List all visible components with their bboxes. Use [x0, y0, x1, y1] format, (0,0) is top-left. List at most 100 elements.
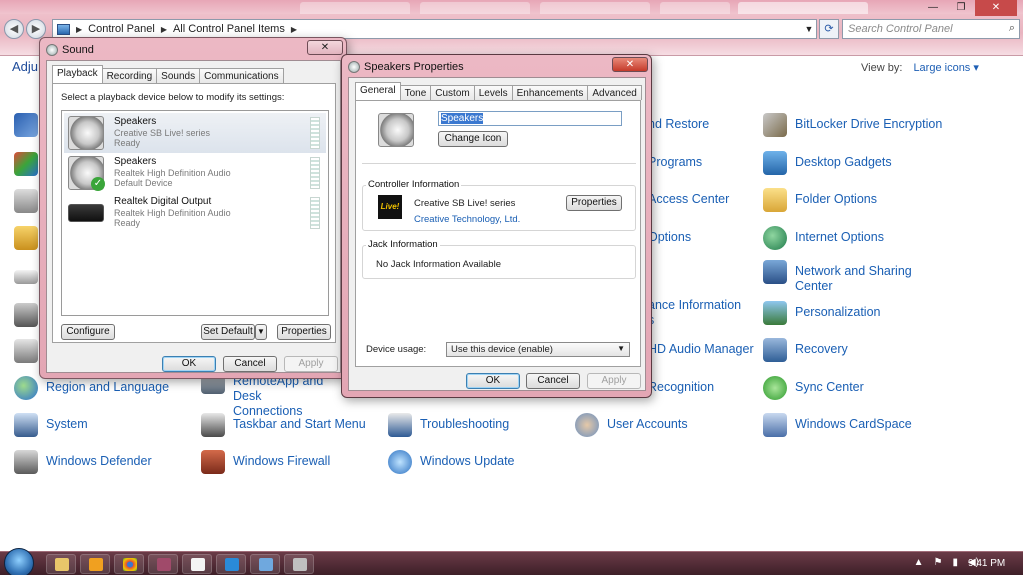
cp-item-user-accounts[interactable]: User Accounts	[575, 413, 688, 437]
tab-levels[interactable]: Levels	[473, 85, 513, 100]
taskbar-explorer[interactable]	[46, 554, 76, 574]
address-bar[interactable]: ▶ Control Panel ▶ All Control Panel Item…	[52, 19, 817, 39]
chevron-right-icon[interactable]: ▶	[161, 25, 167, 34]
list-item[interactable]: Realtek Digital Output Realtek High Defi…	[64, 193, 326, 233]
close-icon[interactable]: ✕	[975, 0, 1017, 16]
taskbar-app[interactable]	[182, 554, 212, 574]
tab-playback[interactable]: Playback	[52, 65, 103, 83]
cp-item-taskbar-start-menu[interactable]: Taskbar and Start Menu	[201, 413, 366, 437]
refresh-button[interactable]: ⟳	[819, 19, 839, 39]
flag-icon[interactable]: ⚑	[933, 557, 942, 568]
back-button[interactable]: ◀	[4, 19, 24, 39]
start-button[interactable]	[4, 548, 34, 575]
background-tab[interactable]	[300, 2, 410, 14]
view-by-control[interactable]: View by: Large icons ▾	[861, 61, 979, 74]
tab-sounds[interactable]: Sounds	[156, 68, 201, 83]
notification-icon[interactable]	[14, 303, 38, 327]
apply-button[interactable]: Apply	[284, 356, 338, 372]
cardspace-icon	[763, 413, 787, 437]
restore-icon[interactable]: ❐	[947, 0, 975, 16]
close-button[interactable]: ✕	[307, 40, 343, 55]
device-desc: Realtek High Definition Audio	[114, 168, 231, 178]
tab-custom[interactable]: Custom	[430, 85, 475, 100]
list-item[interactable]: ✓ Speakers Realtek High Definition Audio…	[64, 153, 326, 193]
cp-item-sync-center[interactable]: Sync Center	[763, 376, 864, 400]
printer-icon[interactable]	[14, 339, 38, 363]
cp-item-windows-firewall[interactable]: Windows Firewall	[201, 450, 330, 474]
cp-item-cardspace[interactable]: Windows CardSpace	[763, 413, 912, 437]
cancel-button[interactable]: Cancel	[223, 356, 277, 372]
list-item[interactable]: Speakers Creative SB Live! series Ready	[64, 113, 326, 153]
device-manager-icon[interactable]	[14, 189, 38, 213]
chevron-down-icon[interactable]: ▼	[802, 24, 816, 34]
taskbar-app[interactable]	[148, 554, 178, 574]
taskbar-internet-explorer[interactable]	[216, 554, 246, 574]
cp-item-region-language[interactable]: Region and Language	[14, 376, 169, 400]
chevron-right-icon[interactable]: ▶	[76, 25, 82, 34]
ok-button[interactable]: OK	[162, 356, 216, 372]
set-default-dropdown[interactable]: ▼	[255, 324, 267, 340]
forward-button[interactable]: ▶	[26, 19, 46, 39]
minimize-icon[interactable]: —	[919, 0, 947, 16]
taskbar-chrome[interactable]	[114, 554, 144, 574]
cp-item-recovery[interactable]: Recovery	[763, 338, 848, 362]
fonts-icon[interactable]	[14, 226, 38, 250]
controller-properties-button[interactable]: Properties	[566, 195, 622, 211]
cp-item-windows-update[interactable]: Windows Update	[388, 450, 515, 474]
close-button[interactable]: ✕	[612, 57, 648, 72]
digital-output-icon	[68, 204, 104, 222]
properties-dialog-title: Speakers Properties	[364, 61, 464, 73]
configure-button[interactable]: Configure	[61, 324, 115, 340]
color-management-icon[interactable]	[14, 152, 38, 176]
cp-item-troubleshooting[interactable]: Troubleshooting	[388, 413, 509, 437]
view-by-value[interactable]: Large icons ▾	[913, 62, 978, 74]
breadcrumb-control-panel[interactable]: Control Panel	[88, 23, 155, 35]
background-tab[interactable]	[738, 2, 868, 14]
action-center-icon[interactable]	[14, 113, 38, 137]
background-tab[interactable]	[420, 2, 530, 14]
chevron-right-icon[interactable]: ▶	[291, 25, 297, 34]
device-status: Ready	[114, 138, 141, 148]
set-default-button[interactable]: Set Default	[201, 324, 255, 340]
properties-button[interactable]: Properties	[277, 324, 331, 340]
tab-advanced[interactable]: Advanced	[587, 85, 642, 100]
network-icon[interactable]: ▮	[952, 557, 958, 568]
taskbar-icon	[201, 413, 225, 437]
cp-item-desktop-gadgets[interactable]: Desktop Gadgets	[763, 151, 892, 175]
cp-item-personalization[interactable]: Personalization	[763, 301, 880, 325]
change-icon-button[interactable]: Change Icon	[438, 131, 508, 147]
apply-button[interactable]: Apply	[587, 373, 641, 389]
device-usage-select[interactable]: Use this device (enable) ▼	[446, 342, 630, 357]
device-status: Default Device	[114, 178, 173, 188]
tab-communications[interactable]: Communications	[199, 68, 284, 83]
search-icon[interactable]: ⌕	[1009, 22, 1015, 35]
controller-vendor-link[interactable]: Creative Technology, Ltd.	[414, 214, 520, 225]
cp-item-network-sharing[interactable]: Network and Sharing Center	[763, 260, 925, 294]
tab-tone[interactable]: Tone	[399, 85, 432, 100]
tab-recording[interactable]: Recording	[101, 68, 158, 83]
cp-item-windows-defender[interactable]: Windows Defender	[14, 450, 152, 474]
windows-update-icon	[388, 450, 412, 474]
background-tab[interactable]	[660, 2, 730, 14]
taskbar-control-panel[interactable]	[250, 554, 280, 574]
cp-item-bitlocker[interactable]: BitLocker Drive Encryption	[763, 113, 942, 137]
taskbar: ▲ ⚑ ▮ ◀) 9:41 PM	[0, 548, 1023, 575]
cp-item-internet-options[interactable]: Internet Options	[763, 226, 884, 250]
cancel-button[interactable]: Cancel	[526, 373, 580, 389]
taskbar-media-player[interactable]	[80, 554, 110, 574]
show-hidden-icons[interactable]: ▲	[914, 557, 924, 568]
cp-item-folder-options[interactable]: Folder Options	[763, 188, 877, 212]
keyboard-icon[interactable]	[14, 270, 38, 284]
breadcrumb-all-items[interactable]: All Control Panel Items	[173, 23, 285, 35]
background-tab[interactable]	[540, 2, 650, 14]
clock[interactable]: 9:41 PM	[968, 558, 1005, 569]
device-name-input[interactable]: Speakers	[438, 111, 622, 126]
device-usage-label: Device usage:	[366, 344, 427, 355]
ok-button[interactable]: OK	[466, 373, 520, 389]
search-input[interactable]: Search Control Panel ⌕	[842, 19, 1020, 39]
control-panel-icon	[57, 23, 70, 35]
cp-item-system[interactable]: System	[14, 413, 88, 437]
tab-enhancements[interactable]: Enhancements	[511, 85, 589, 100]
taskbar-sound[interactable]	[284, 554, 314, 574]
tab-general[interactable]: General	[355, 82, 401, 100]
